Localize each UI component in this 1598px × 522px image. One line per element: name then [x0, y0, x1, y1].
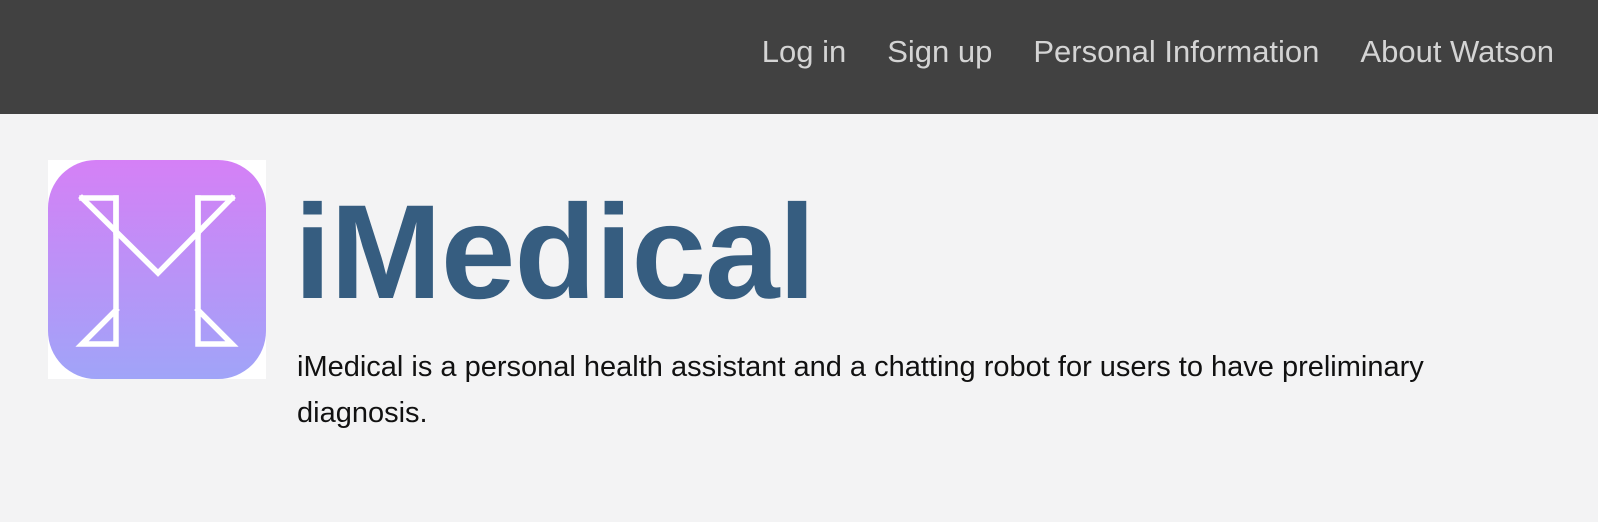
- page-title: iMedical: [294, 178, 816, 327]
- nav-links: Log in Sign up Personal Information Abou…: [721, 0, 1554, 104]
- nav-link-about-watson[interactable]: About Watson: [1360, 34, 1554, 70]
- app-description: iMedical is a personal health assistant …: [297, 351, 1424, 429]
- m-letter-logo-icon: [48, 160, 266, 379]
- nav-link-log-in[interactable]: Log in: [762, 34, 846, 70]
- top-navbar: Log in Sign up Personal Information Abou…: [0, 0, 1598, 114]
- app-logo: [48, 160, 266, 379]
- nav-link-sign-up[interactable]: Sign up: [887, 34, 992, 70]
- nav-link-personal-information[interactable]: Personal Information: [1033, 34, 1319, 70]
